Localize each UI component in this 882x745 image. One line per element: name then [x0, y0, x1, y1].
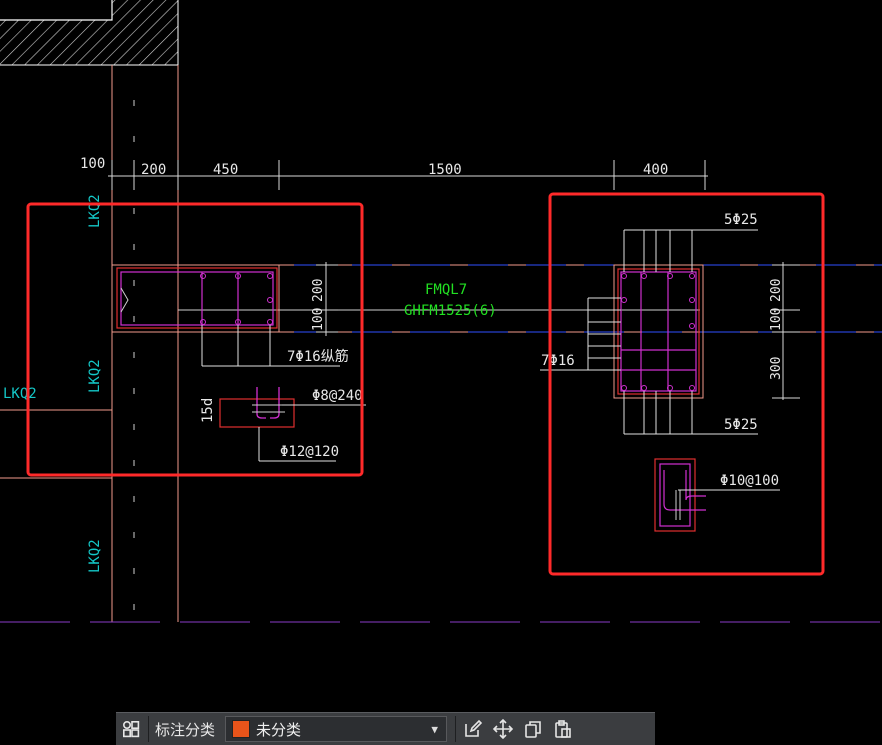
annotation-toolbar: 标注分类 未分类 ▼: [116, 712, 655, 745]
dim-v100-right: 100: [769, 308, 784, 331]
highlight-box-left: [26, 202, 364, 477]
beam-name: FMQL7: [425, 282, 467, 298]
right-top-bars-label: 5Φ25: [724, 212, 758, 228]
dim-v200-right: 200: [769, 279, 784, 302]
dim-450: 450: [213, 162, 238, 178]
paste-icon[interactable]: [548, 714, 578, 744]
dim-100-left: 100: [80, 156, 105, 172]
highlight-box-right: [548, 192, 825, 576]
left-long-bars-label: 7Φ16纵筋: [287, 348, 349, 365]
left-wall-section: [111, 264, 280, 333]
edit-icon[interactable]: [458, 714, 488, 744]
right-stirrup-label: Φ10@100: [720, 473, 779, 489]
toolbar-separator: [148, 716, 149, 742]
right-stirrup-detail: [654, 458, 780, 532]
dim-v200-left: 200: [311, 279, 326, 302]
grid-label-lkq2-side: LKQ2: [3, 386, 37, 402]
wall-lines: [0, 65, 882, 622]
dim-v100-left: 100: [311, 308, 326, 331]
move-icon[interactable]: [488, 714, 518, 744]
toolbar-separator: [455, 716, 457, 742]
hatched-wall: [0, 0, 179, 66]
dim-1500: 1500: [428, 162, 462, 178]
grid-label-lkq2-mid: LKQ2: [87, 359, 103, 393]
category-label: 标注分类: [155, 720, 216, 739]
cad-drawing-canvas[interactable]: 100 200 450 1500 400 LKQ2 LKQ2 LKQ2 LKQ2…: [0, 0, 882, 744]
right-side-bars-label: 7Φ16: [541, 353, 575, 369]
category-select[interactable]: 未分类 ▼: [225, 716, 448, 742]
grid-label-lkq2-top: LKQ2: [87, 194, 103, 228]
dim-400: 400: [643, 162, 668, 178]
layout-icon[interactable]: [116, 714, 146, 744]
dim-200: 200: [141, 162, 166, 178]
category-color-swatch: [232, 720, 251, 738]
dim-v300-right: 300: [769, 357, 784, 380]
left-stirrup-label: Φ12@120: [280, 444, 339, 460]
category-select-value: 未分类: [256, 720, 302, 739]
copy-icon[interactable]: [518, 714, 548, 744]
grid-label-lkq2-bottom: LKQ2: [87, 539, 103, 573]
beam-spec: GHFM1525(6): [404, 303, 497, 319]
left-tie-label: Φ8@240: [312, 388, 363, 404]
top-dimension-chain: [108, 160, 708, 190]
left-hook-label: 15d: [200, 398, 216, 423]
right-bottom-bars-label: 5Φ25: [724, 417, 758, 433]
chevron-down-icon: ▼: [431, 722, 439, 736]
